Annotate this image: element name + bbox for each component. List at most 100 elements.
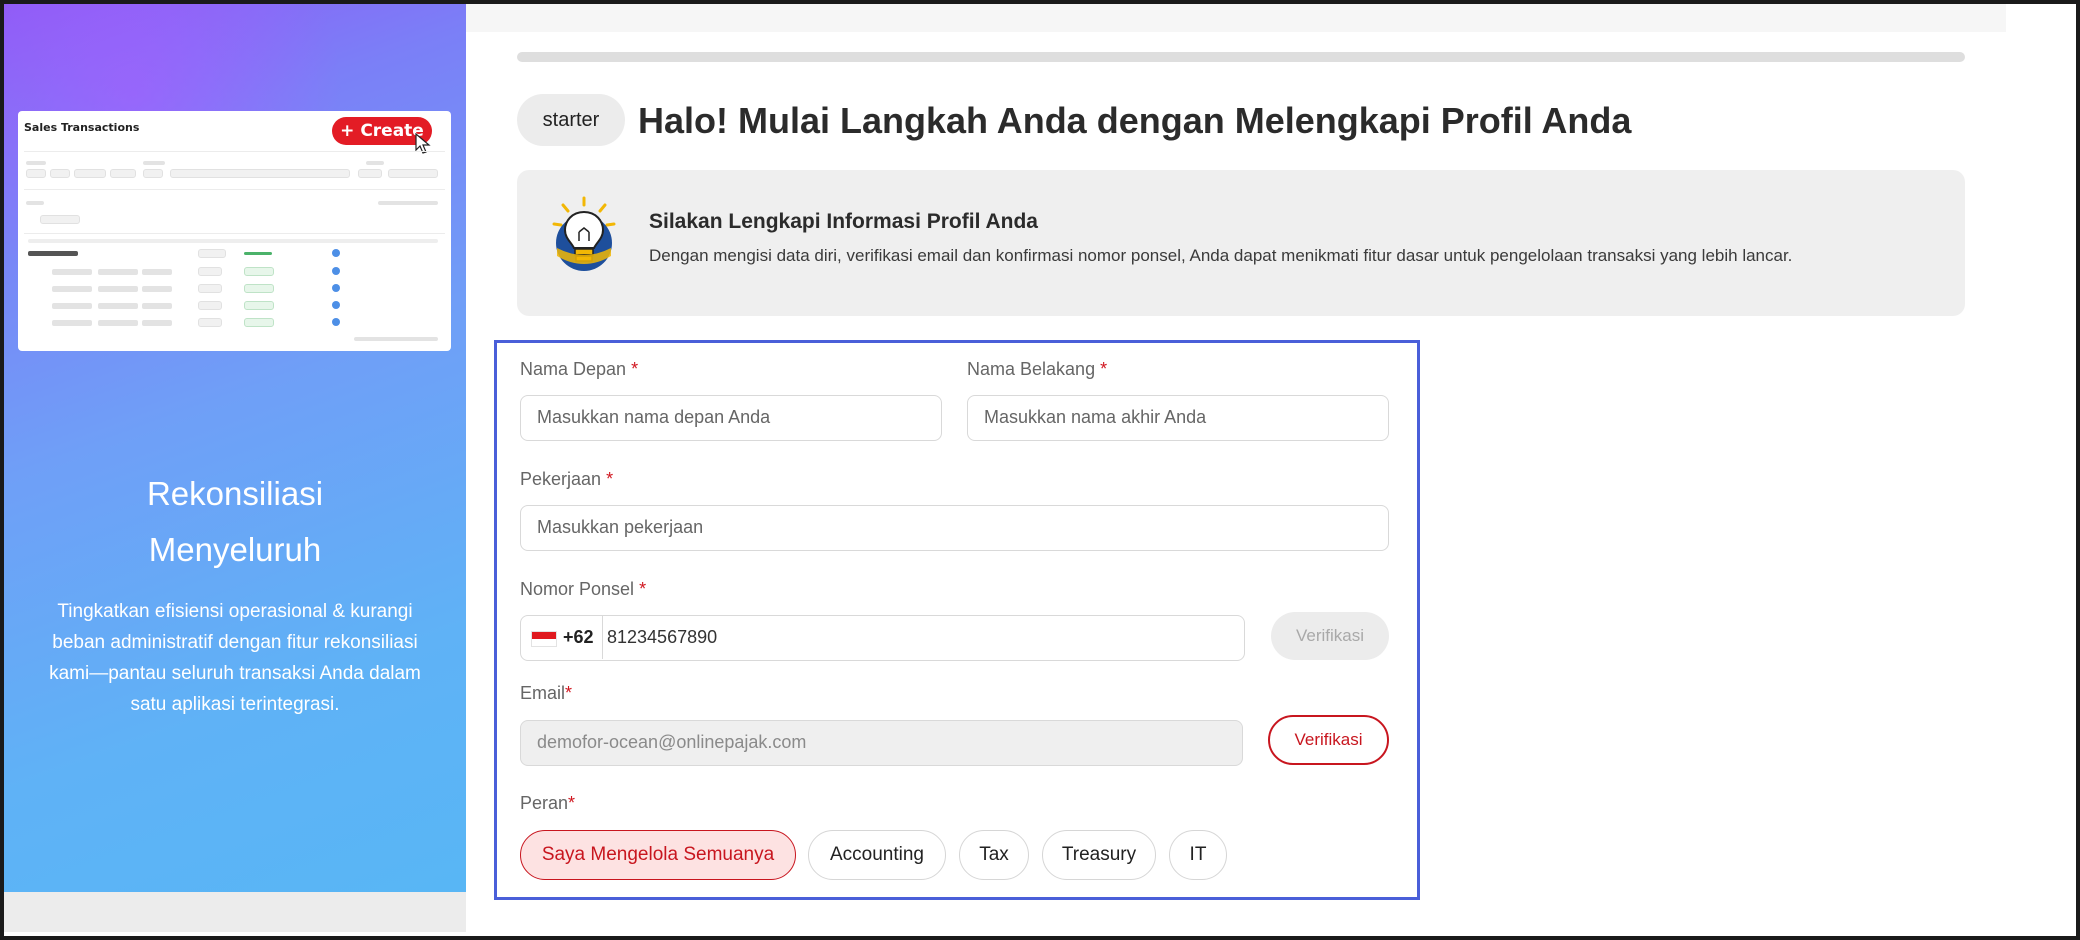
promo-panel-footer <box>4 892 466 932</box>
preview-chip <box>198 249 226 258</box>
preview-chip <box>26 169 46 178</box>
role-label: Peran* <box>520 793 575 814</box>
job-label: Pekerjaan * <box>520 469 613 490</box>
preview-bar <box>142 269 172 275</box>
email-input[interactable]: demofor-ocean@onlinepajak.com <box>520 720 1243 766</box>
preview-title: Sales Transactions <box>24 121 140 134</box>
preview-chip <box>50 169 70 178</box>
first-name-input[interactable]: Masukkan nama depan Anda <box>520 395 942 441</box>
info-title: Silakan Lengkapi Informasi Profil Anda <box>649 210 1038 233</box>
required-mark: * <box>639 579 647 599</box>
role-chip-it[interactable]: IT <box>1169 830 1227 880</box>
required-mark: * <box>631 359 639 379</box>
preview-progress <box>244 252 272 255</box>
required-mark: * <box>606 469 614 489</box>
required-mark: * <box>568 793 576 813</box>
preview-bar <box>378 201 438 205</box>
email-label-text: Email <box>520 683 566 703</box>
verify-email-button[interactable]: Verifikasi <box>1268 715 1389 765</box>
preview-chip <box>198 318 222 327</box>
preview-bar <box>52 320 92 326</box>
preview-bar <box>26 201 44 205</box>
required-mark: * <box>565 683 573 703</box>
plan-badge: starter <box>517 94 625 146</box>
preview-bar <box>98 320 138 326</box>
preview-bar <box>98 269 138 275</box>
preview-chip <box>198 284 222 293</box>
preview-divider <box>24 189 445 190</box>
email-label: Email* <box>520 683 572 704</box>
preview-bar <box>98 303 138 309</box>
preview-dot <box>332 249 340 257</box>
phone-label-text: Nomor Ponsel <box>520 579 635 599</box>
last-name-label: Nama Belakang * <box>967 359 1107 380</box>
preview-chip <box>198 301 222 310</box>
phone-input[interactable]: +62 81234567890 <box>520 615 1245 661</box>
promo-title: Rekonsiliasi Menyeluruh <box>4 466 466 578</box>
preview-chip <box>388 169 438 178</box>
preview-bar <box>26 161 46 165</box>
preview-header-row <box>28 239 438 243</box>
preview-bar <box>52 303 92 309</box>
preview-chip <box>40 215 80 224</box>
first-name-placeholder: Masukkan nama depan Anda <box>537 407 771 427</box>
preview-status-chip <box>244 318 274 327</box>
promo-panel: Sales Transactions + Create Rekonsiliasi… <box>4 4 466 892</box>
top-bar <box>466 4 2006 32</box>
promo-subtitle: Tingkatkan efisiensi operasional & kuran… <box>49 601 421 715</box>
onboarding-progress-bar <box>517 52 1965 62</box>
preview-row-id <box>28 251 78 256</box>
preview-divider <box>24 233 445 234</box>
preview-chip <box>198 267 222 276</box>
preview-bar <box>52 269 92 275</box>
first-name-label: Nama Depan * <box>520 359 638 380</box>
phone-value: 81234567890 <box>607 627 718 647</box>
required-mark: * <box>1100 359 1108 379</box>
role-label-text: Peran <box>520 793 569 813</box>
email-value: demofor-ocean@onlinepajak.com <box>537 732 807 752</box>
role-chip-tax[interactable]: Tax <box>959 830 1029 880</box>
preview-dot <box>332 318 340 326</box>
verify-phone-button[interactable]: Verifikasi <box>1271 612 1389 660</box>
role-chip-accounting[interactable]: Accounting <box>808 830 946 880</box>
job-input[interactable]: Masukkan pekerjaan <box>520 505 1389 551</box>
app-window: Sales Transactions + Create Rekonsiliasi… <box>0 0 2080 940</box>
country-code-selector[interactable]: +62 <box>521 616 603 659</box>
preview-dot <box>332 284 340 292</box>
preview-divider <box>24 151 445 152</box>
preview-bar <box>98 286 138 292</box>
indonesia-flag-icon <box>531 631 557 647</box>
preview-bar <box>143 161 165 165</box>
country-code: +62 <box>563 627 594 647</box>
app-preview-image: Sales Transactions + Create <box>18 111 451 351</box>
info-banner: Silakan Lengkapi Informasi Profil Anda D… <box>517 170 1965 316</box>
preview-bar <box>366 161 384 165</box>
promo-title-line1: Rekonsiliasi <box>146 475 324 512</box>
lightbulb-icon <box>552 196 616 271</box>
preview-dot <box>332 267 340 275</box>
role-chip-all[interactable]: Saya Mengelola Semuanya <box>520 830 796 880</box>
phone-label: Nomor Ponsel * <box>520 579 646 600</box>
preview-search <box>170 169 350 178</box>
last-name-label-text: Nama Belakang <box>967 359 1096 379</box>
preview-chip <box>110 169 136 178</box>
info-text: Dengan mengisi data diri, verifikasi ema… <box>649 246 1793 265</box>
job-label-text: Pekerjaan <box>520 469 602 489</box>
preview-bar <box>142 303 172 309</box>
page-title: Halo! Mulai Langkah Anda dengan Melengka… <box>638 100 1632 141</box>
preview-bar <box>142 286 172 292</box>
preview-status-chip <box>244 267 274 276</box>
last-name-input[interactable]: Masukkan nama akhir Anda <box>967 395 1389 441</box>
preview-chip <box>358 169 382 178</box>
preview-dot <box>332 301 340 309</box>
preview-chip <box>74 169 106 178</box>
preview-bar <box>52 286 92 292</box>
preview-pagination <box>354 337 438 341</box>
last-name-placeholder: Masukkan nama akhir Anda <box>984 407 1207 427</box>
role-chip-treasury[interactable]: Treasury <box>1042 830 1156 880</box>
preview-chip <box>143 169 163 178</box>
preview-bar <box>142 320 172 326</box>
preview-status-chip <box>244 284 274 293</box>
promo-title-line2: Menyeluruh <box>148 531 322 568</box>
first-name-label-text: Nama Depan <box>520 359 627 379</box>
